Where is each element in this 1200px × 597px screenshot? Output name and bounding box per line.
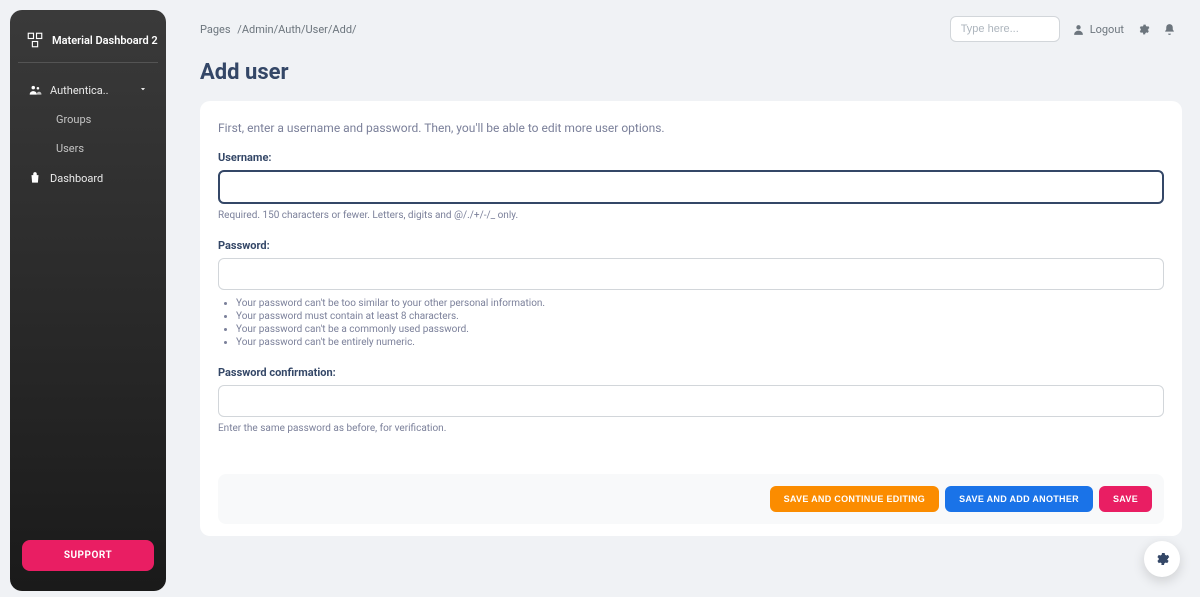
sidebar-item-groups[interactable]: Groups (46, 105, 158, 134)
username-help: Required. 150 characters or fewer. Lette… (218, 210, 1164, 221)
password2-input[interactable] (218, 385, 1164, 417)
chevron-down-icon (138, 84, 148, 97)
bell-icon[interactable] (1162, 22, 1176, 36)
password-rule: Your password must contain at least 8 ch… (236, 311, 1164, 322)
brand: Material Dashboard 2 (18, 26, 158, 63)
brand-logo-icon (26, 30, 44, 50)
logout-link[interactable]: Logout (1072, 22, 1124, 36)
breadcrumb-root: Pages (200, 23, 231, 36)
password-rule: Your password can't be a commonly used p… (236, 324, 1164, 335)
sidebar-item-label: Authentica.. (50, 84, 109, 97)
password2-help: Enter the same password as before, for v… (218, 423, 1164, 434)
user-icon (1072, 22, 1086, 36)
password-input[interactable] (218, 258, 1164, 290)
gear-icon (1154, 551, 1170, 567)
password-label: Password: (218, 239, 1164, 252)
password-rule: Your password can't be entirely numeric. (236, 337, 1164, 348)
sidebar-item-dashboard[interactable]: Dashboard (18, 163, 158, 193)
sidebar: Material Dashboard 2 Authentica.. Groups… (10, 10, 166, 591)
breadcrumb: Pages /Admin/Auth/User/Add/ (200, 23, 357, 36)
users-group-icon (28, 83, 42, 97)
form-card: First, enter a username and password. Th… (200, 101, 1182, 536)
username-input[interactable] (218, 170, 1164, 204)
sidebar-nav: Authentica.. Groups Users Dashboard (18, 75, 158, 536)
password2-label: Password confirmation: (218, 366, 1164, 379)
logout-label: Logout (1090, 23, 1124, 36)
brand-title: Material Dashboard 2 (52, 34, 158, 47)
sidebar-item-users[interactable]: Users (46, 134, 158, 163)
save-add-another-button[interactable]: SAVE AND ADD ANOTHER (945, 486, 1093, 512)
topbar: Pages /Admin/Auth/User/Add/ Logout (176, 12, 1182, 46)
save-button[interactable]: SAVE (1099, 486, 1152, 512)
sidebar-subnav-auth: Groups Users (18, 105, 158, 163)
password-rules: Your password can't be too similar to yo… (236, 298, 1164, 348)
save-continue-button[interactable]: SAVE AND CONTINUE EDITING (770, 486, 940, 512)
gear-icon[interactable] (1136, 22, 1150, 36)
shopping-bag-icon (28, 171, 42, 185)
form-instruction: First, enter a username and password. Th… (218, 121, 1164, 135)
sidebar-item-authentication[interactable]: Authentica.. (18, 75, 158, 105)
page-title: Add user (200, 60, 1182, 85)
breadcrumb-path: /Admin/Auth/User/Add/ (237, 23, 356, 36)
username-label: Username: (218, 151, 1164, 164)
support-button[interactable]: SUPPORT (22, 540, 154, 571)
settings-fab[interactable] (1144, 541, 1180, 577)
search-input[interactable] (950, 16, 1060, 42)
sidebar-item-label: Dashboard (50, 172, 103, 185)
actions-bar: SAVE AND CONTINUE EDITING SAVE AND ADD A… (218, 474, 1164, 524)
password-rule: Your password can't be too similar to yo… (236, 298, 1164, 309)
main-content: Pages /Admin/Auth/User/Add/ Logout Add u… (176, 0, 1200, 597)
